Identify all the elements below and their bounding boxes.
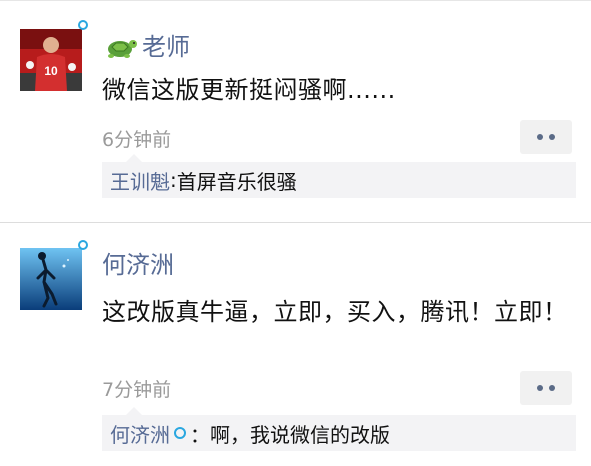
- more-options-button[interactable]: [520, 371, 572, 405]
- more-dots-icon: [537, 134, 543, 140]
- post-content: 微信这版更新挺闷骚啊......: [102, 76, 396, 104]
- comment-box: 王训魁 : 首屏音乐很骚: [102, 154, 576, 198]
- more-options-button[interactable]: [520, 120, 572, 154]
- moment-post: 何济洲 这改版真牛逼，立即，买入，腾讯！立即！ 7分钟前 何济洲 ： 啊，我说微…: [0, 224, 591, 466]
- svg-text:10: 10: [44, 64, 58, 78]
- status-ring-icon: [78, 240, 88, 250]
- post-timestamp: 7分钟前: [102, 379, 172, 401]
- poster-name[interactable]: 老师: [142, 32, 190, 62]
- commenter-name[interactable]: 何济洲: [110, 419, 170, 448]
- more-dots-icon: [549, 134, 555, 140]
- status-ring-icon: [78, 20, 88, 30]
- more-dots-icon: [549, 385, 555, 391]
- commenter-name[interactable]: 王训魁: [110, 166, 170, 195]
- post-timestamp: 6分钟前: [102, 129, 172, 151]
- comment-separator: ：: [190, 422, 210, 447]
- avatar[interactable]: 10: [20, 29, 82, 91]
- name-row: 老师: [102, 30, 190, 64]
- comment-text[interactable]: 啊，我说微信的改版: [210, 419, 390, 448]
- post-content: 这改版真牛逼，立即，买入，腾讯！立即！: [102, 298, 568, 326]
- status-ring-icon: [174, 427, 186, 439]
- comment-box: 何济洲 ： 啊，我说微信的改版: [102, 407, 576, 451]
- moments-feed: 10 老师 微信这版更新挺闷骚啊...... 6分钟前 王训魁: 首屏音乐很骚…: [0, 0, 591, 466]
- post-divider: [0, 222, 591, 223]
- moment-post: 10 老师 微信这版更新挺闷骚啊...... 6分钟前 王训魁: 首屏音乐很骚: [0, 0, 591, 222]
- comment-separator: :: [170, 168, 177, 192]
- comment-text[interactable]: 首屏音乐很骚: [177, 166, 297, 195]
- turtle-icon: [108, 40, 137, 58]
- more-dots-icon: [537, 385, 543, 391]
- name-row: 何济洲: [102, 248, 174, 282]
- poster-name[interactable]: 何济洲: [102, 250, 174, 280]
- avatar[interactable]: [20, 248, 82, 310]
